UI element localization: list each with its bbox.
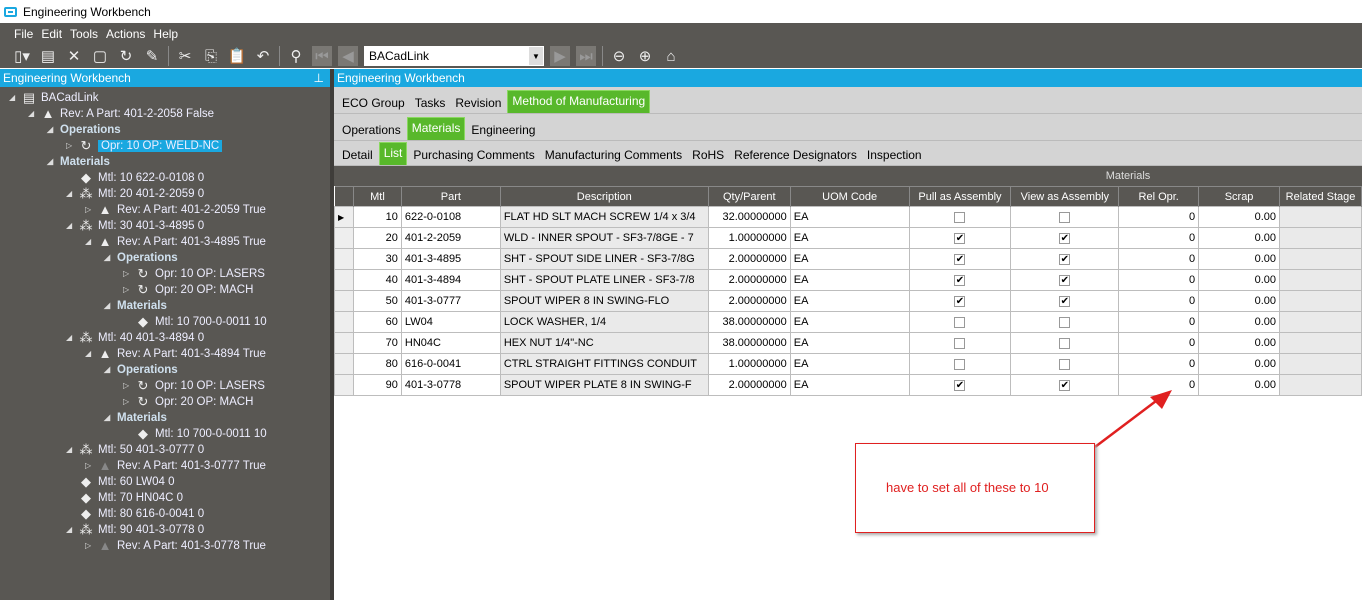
annotation-arrow [1094, 390, 1172, 448]
annotation-callout: have to set all of these to 10 [855, 443, 1095, 533]
